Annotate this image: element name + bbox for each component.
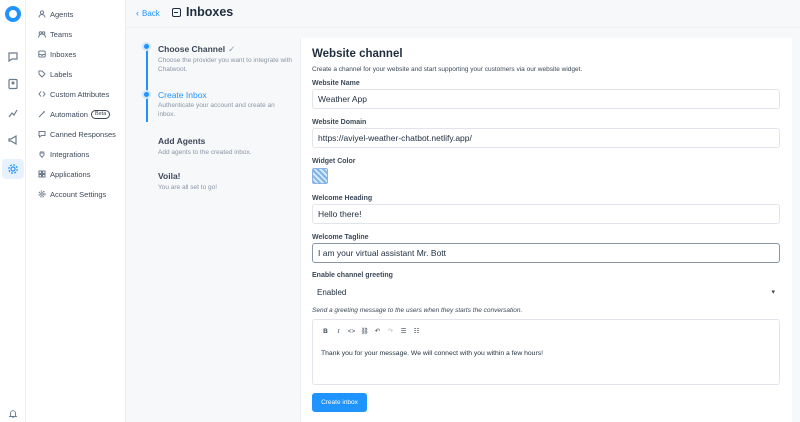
website-domain-label: Website Domain: [312, 119, 367, 126]
widget-color-label: Widget Color: [312, 158, 356, 165]
sidebar-item-label: Custom Attributes: [50, 89, 110, 99]
page-header: ‹ Back Inboxes: [126, 0, 800, 28]
sidebar-item-inboxes[interactable]: Inboxes: [38, 47, 76, 61]
redo-icon[interactable]: ↷: [384, 326, 397, 336]
plug-icon: [38, 150, 46, 158]
step-title-active: Create Inbox: [158, 90, 207, 100]
step-title: Choose Channel ✓: [158, 44, 236, 54]
welcome-heading-label: Welcome Heading: [312, 195, 373, 202]
code-icon: [38, 90, 46, 98]
greeting-message-text[interactable]: Thank you for your message. We will conn…: [321, 350, 543, 357]
step-description: You are all set to go!: [158, 184, 218, 191]
step-description: Choose the provider you want to integrat…: [158, 57, 293, 73]
bullet-list-icon[interactable]: ☰: [397, 326, 410, 336]
icon-rail: [0, 0, 26, 422]
undo-icon[interactable]: ↶: [371, 326, 384, 336]
form-description: Create a channel for your website and st…: [312, 66, 583, 73]
reports-icon[interactable]: [6, 106, 20, 120]
campaigns-icon[interactable]: [6, 133, 20, 147]
sidebar-item-label: Canned Responses: [50, 129, 116, 139]
sidebar-item-label: Teams: [50, 29, 73, 39]
wizard-progress-line: [146, 48, 148, 122]
editor-toolbar: B I <> ⛓ ↶ ↷ ☰ ☷: [319, 326, 423, 336]
greeting-hint: Send a greeting message to the users whe…: [312, 307, 523, 314]
step-title: Voila!: [158, 171, 181, 181]
sidebar-item-applications[interactable]: Applications: [38, 167, 90, 181]
sidebar-item-label: Account Settings: [50, 189, 107, 199]
sidebar-item-custom-attributes[interactable]: Custom Attributes: [38, 87, 109, 101]
website-domain-input[interactable]: [312, 128, 780, 148]
settings-icon: [38, 190, 46, 198]
sidebar-item-account-settings[interactable]: Account Settings: [38, 187, 106, 201]
welcome-tagline-label: Welcome Tagline: [312, 234, 369, 241]
sidebar-item-label: Automation: [50, 109, 88, 119]
channel-greeting-label: Enable channel greeting: [312, 272, 393, 279]
contacts-icon[interactable]: [6, 77, 20, 91]
settings-icon[interactable]: [6, 162, 20, 176]
widget-color-picker[interactable]: [312, 168, 328, 184]
sidebar-item-label: Inboxes: [50, 49, 77, 59]
setup-wizard: Choose Channel ✓ Choose the provider you …: [126, 28, 298, 422]
beta-badge: Beta: [90, 109, 111, 119]
sidebar-item-labels[interactable]: Labels: [38, 67, 72, 81]
welcome-tagline-input[interactable]: [312, 243, 780, 263]
italic-icon[interactable]: I: [332, 326, 345, 336]
sidebar-item-label: Labels: [50, 69, 73, 79]
inbox-icon: [172, 8, 181, 17]
conversations-icon[interactable]: [6, 50, 20, 64]
grid-icon: [38, 170, 46, 178]
back-label: Back: [142, 8, 160, 18]
checkmark-icon: ✓: [228, 44, 236, 54]
select-value: Enabled: [317, 287, 347, 297]
wand-icon: [38, 110, 46, 118]
numbered-list-icon[interactable]: ☷: [410, 326, 423, 336]
tag-icon: [38, 70, 46, 78]
team-icon: [38, 30, 46, 38]
settings-sidebar: Agents Teams Inboxes Labels Custom Attri…: [26, 0, 126, 422]
website-channel-form: Website channel Create a channel for you…: [300, 38, 792, 422]
code-icon[interactable]: <>: [345, 326, 358, 336]
sidebar-item-label: Applications: [50, 169, 91, 179]
sidebar-item-agents[interactable]: Agents: [38, 7, 73, 21]
page-title: Inboxes: [186, 5, 234, 19]
step-dot-active: [142, 90, 151, 99]
chevron-down-icon: ▾: [771, 289, 775, 296]
sidebar-item-canned-responses[interactable]: Canned Responses: [38, 127, 116, 141]
chatwoot-logo-icon[interactable]: [5, 6, 21, 22]
step-description: Authenticate your account and create an …: [158, 102, 275, 118]
sidebar-item-teams[interactable]: Teams: [38, 27, 72, 41]
chevron-left-icon: ‹: [136, 8, 139, 18]
chat-icon: [38, 130, 46, 138]
back-button[interactable]: ‹ Back: [136, 8, 160, 18]
welcome-heading-input[interactable]: [312, 204, 780, 224]
link-icon[interactable]: ⛓: [358, 326, 371, 336]
sidebar-item-automation[interactable]: Automation Beta: [38, 107, 111, 121]
form-title: Website channel: [312, 48, 403, 60]
app-root: Agents Teams Inboxes Labels Custom Attri…: [0, 0, 800, 422]
sidebar-item-label: Agents: [50, 9, 74, 19]
bold-icon[interactable]: B: [319, 326, 332, 336]
create-inbox-button[interactable]: Create inbox: [312, 393, 367, 412]
inbox-icon: [38, 50, 46, 58]
channel-greeting-select[interactable]: Enabled ▾: [312, 282, 780, 302]
website-name-input[interactable]: [312, 89, 780, 109]
step-description: Add agents to the created inbox.: [158, 149, 252, 156]
person-icon: [38, 10, 46, 18]
sidebar-item-label: Integrations: [50, 149, 90, 159]
greeting-message-editor[interactable]: B I <> ⛓ ↶ ↷ ☰ ☷ Thank you for your mess…: [312, 319, 780, 385]
website-name-label: Website Name: [312, 80, 360, 87]
step-dot-done: [142, 42, 151, 51]
sidebar-item-integrations[interactable]: Integrations: [38, 147, 89, 161]
notifications-bell-icon[interactable]: [8, 406, 18, 418]
step-title: Add Agents: [158, 136, 206, 146]
